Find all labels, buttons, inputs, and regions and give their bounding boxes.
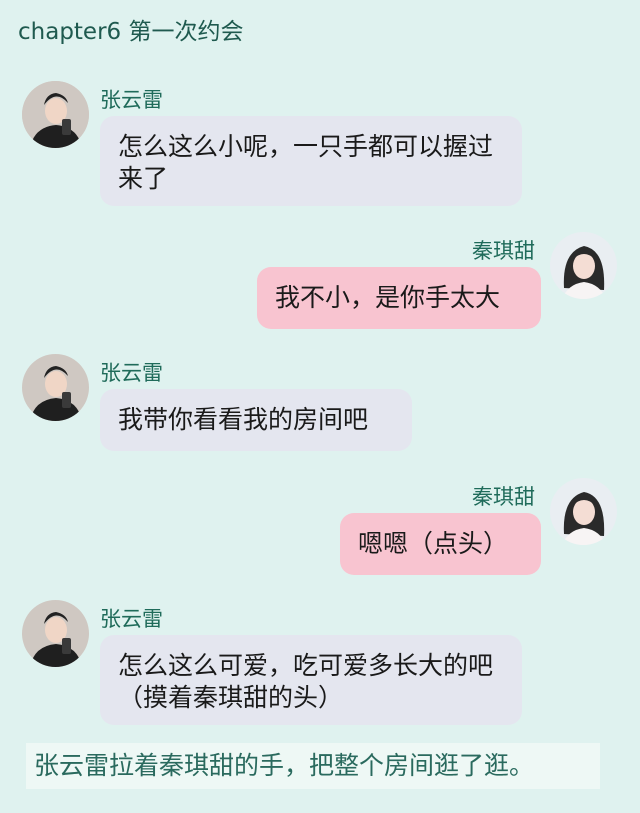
message-bubble: 怎么这么可爱，吃可爱多长大的吧（摸着秦琪甜的头） — [100, 635, 522, 725]
sender-name: 张云雷 — [100, 361, 163, 385]
message-bubble: 嗯嗯（点头） — [340, 513, 541, 575]
sender-name: 秦琪甜 — [472, 239, 535, 263]
female-avatar[interactable] — [550, 232, 617, 299]
sender-name: 张云雷 — [100, 607, 163, 631]
male-avatar[interactable] — [22, 81, 89, 148]
male-avatar[interactable] — [22, 354, 89, 421]
chapter-header: chapter6 第一次约会 — [0, 0, 640, 64]
message-bubble: 我带你看看我的房间吧 — [100, 389, 412, 451]
female-avatar[interactable] — [550, 478, 617, 545]
message-bubble: 我不小，是你手太大 — [257, 267, 541, 329]
sender-name: 张云雷 — [100, 88, 163, 112]
sender-name: 秦琪甜 — [472, 485, 535, 509]
page-title: chapter6 第一次约会 — [18, 19, 244, 45]
message-bubble: 怎么这么小呢，一只手都可以握过来了 — [100, 116, 522, 206]
male-avatar[interactable] — [22, 600, 89, 667]
narration-text: 张云雷拉着秦琪甜的手，把整个房间逛了逛。 — [26, 743, 600, 789]
